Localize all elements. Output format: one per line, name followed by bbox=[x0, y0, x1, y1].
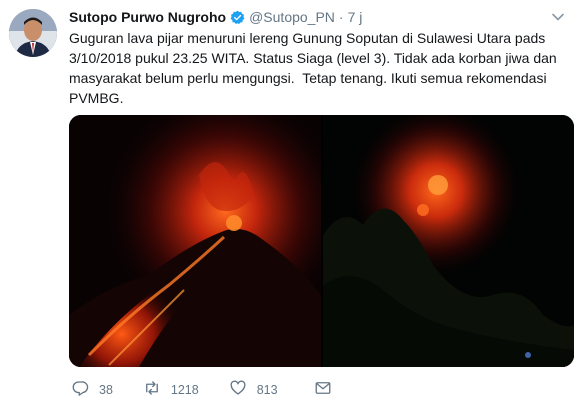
reply-count: 38 bbox=[99, 382, 113, 397]
retweet-count: 1218 bbox=[170, 382, 199, 397]
lava-flow-photo[interactable] bbox=[69, 115, 321, 367]
tweet[interactable]: Sutopo Purwo Nugroho @Sutopo_PN · 7 j Gu… bbox=[0, 0, 578, 407]
media-grid bbox=[69, 115, 574, 367]
retweet-icon bbox=[143, 379, 161, 400]
chevron-down-icon[interactable] bbox=[551, 10, 565, 24]
author-handle[interactable]: @Sutopo_PN bbox=[249, 8, 335, 26]
heart-icon bbox=[229, 379, 247, 400]
envelope-icon bbox=[314, 379, 332, 400]
tweet-actions: 38 1218 813 bbox=[69, 379, 332, 400]
tweet-header: Sutopo Purwo Nugroho @Sutopo_PN · 7 j bbox=[69, 8, 362, 26]
timestamp[interactable]: 7 j bbox=[348, 8, 363, 26]
verified-badge-icon bbox=[230, 10, 245, 25]
reply-button[interactable]: 38 bbox=[71, 379, 113, 400]
like-count: 813 bbox=[256, 382, 278, 397]
retweet-button[interactable]: 1218 bbox=[143, 379, 199, 400]
author-name[interactable]: Sutopo Purwo Nugroho bbox=[69, 8, 226, 26]
like-button[interactable]: 813 bbox=[229, 379, 278, 400]
volcano-glow-photo[interactable] bbox=[323, 115, 574, 367]
direct-message-button[interactable] bbox=[314, 379, 332, 400]
avatar[interactable] bbox=[9, 9, 57, 57]
reply-icon bbox=[71, 379, 89, 400]
tweet-text: Guguran lava pijar menuruni lereng Gunun… bbox=[69, 30, 557, 106]
separator-dot: · bbox=[338, 9, 344, 25]
